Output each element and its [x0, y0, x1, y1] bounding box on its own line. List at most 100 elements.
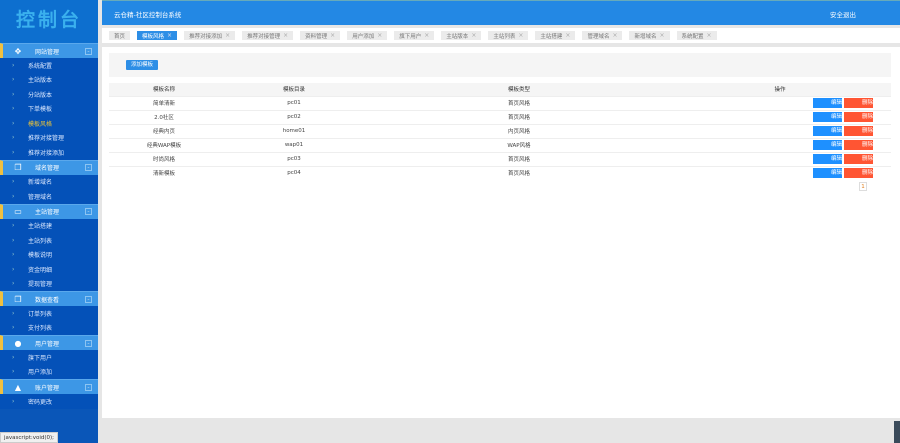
- collapse-icon[interactable]: -: [85, 208, 92, 215]
- sidebar-item[interactable]: › 主站列表: [0, 233, 98, 248]
- close-icon[interactable]: ×: [660, 32, 665, 39]
- col-header-actions: 操作: [669, 83, 891, 96]
- sidebar-item-label: 分站版本: [28, 91, 53, 99]
- sidebar-item[interactable]: › 分站版本: [0, 87, 98, 102]
- close-icon[interactable]: ×: [283, 32, 288, 39]
- sidebar-group[interactable]: ● 用户管理 -: [0, 335, 98, 350]
- delete-button[interactable]: 删除: [844, 98, 873, 108]
- tab[interactable]: 系统配置 ×: [676, 31, 717, 40]
- sidebar-item-label: 模板说明: [28, 252, 53, 260]
- close-icon[interactable]: ×: [565, 32, 570, 39]
- sidebar-group[interactable]: ❐ 数据查看 -: [0, 291, 98, 306]
- sidebar-item[interactable]: › 推荐对接管理: [0, 130, 98, 145]
- tab-label: 旗下用户: [399, 33, 422, 40]
- edit-button[interactable]: 编辑: [813, 168, 842, 179]
- edit-button[interactable]: 编辑: [813, 112, 842, 122]
- close-icon[interactable]: ×: [377, 32, 382, 39]
- chevron-right-icon: ›: [12, 397, 15, 405]
- sidebar-item[interactable]: › 模板风格: [0, 116, 98, 131]
- col-header-dir: 模板目录: [219, 83, 369, 96]
- tab-label: 管理域名: [587, 33, 610, 40]
- tab[interactable]: 主站列表 ×: [488, 31, 529, 40]
- template-name: 经典内页: [109, 123, 219, 138]
- close-icon[interactable]: ×: [167, 32, 172, 39]
- sidebar-item[interactable]: › 推荐对接添加: [0, 145, 98, 160]
- delete-button[interactable]: 删除: [844, 154, 873, 164]
- close-icon[interactable]: ×: [612, 32, 617, 39]
- tab[interactable]: 主站搭建 ×: [535, 31, 576, 40]
- sidebar-group[interactable]: ▭ 主站管理 -: [0, 203, 98, 219]
- sidebar-group[interactable]: ❐ 域名管理 -: [0, 159, 98, 175]
- tab[interactable]: 首页: [109, 31, 131, 40]
- chevron-right-icon: ›: [12, 309, 15, 317]
- collapse-icon[interactable]: -: [85, 339, 92, 347]
- template-name: 清新模板: [109, 165, 219, 180]
- close-icon[interactable]: ×: [424, 32, 429, 39]
- logout-link[interactable]: 安全退出: [830, 9, 856, 19]
- add-template-button[interactable]: 添加模板: [126, 60, 159, 70]
- close-icon[interactable]: ×: [471, 32, 476, 39]
- close-icon[interactable]: ×: [330, 32, 335, 39]
- sidebar-item-label: 订单列表: [28, 310, 53, 318]
- collapse-icon[interactable]: -: [85, 383, 92, 391]
- template-type: 内页风格: [369, 123, 669, 138]
- delete-button[interactable]: 删除: [844, 112, 873, 122]
- sidebar-item[interactable]: › 主站搭建: [0, 218, 98, 233]
- sidebar-item[interactable]: › 密码更改: [0, 394, 98, 409]
- template-name: 简单清新: [109, 95, 219, 110]
- chevron-right-icon: ›: [12, 76, 15, 84]
- sidebar-item[interactable]: › 资金明细: [0, 262, 98, 277]
- template-dir: pc03: [219, 151, 369, 166]
- collapse-icon[interactable]: -: [85, 295, 92, 303]
- table-row: 经典内页 home01 内页风格 编辑 删除: [109, 123, 891, 138]
- delete-button[interactable]: 删除: [844, 126, 873, 136]
- tab[interactable]: 新增域名 ×: [629, 31, 670, 40]
- tab[interactable]: 旗下用户 ×: [394, 31, 435, 40]
- tab[interactable]: 主站版本 ×: [441, 31, 482, 40]
- close-icon[interactable]: ×: [707, 32, 712, 39]
- sidebar-item[interactable]: › 提现管理: [0, 276, 98, 291]
- tab[interactable]: 推荐对接管理 ×: [242, 31, 294, 40]
- page-1-button[interactable]: 1: [859, 182, 867, 191]
- sidebar-item[interactable]: › 下单模板: [0, 101, 98, 116]
- sidebar-item[interactable]: › 模板说明: [0, 247, 98, 262]
- close-icon[interactable]: ×: [518, 32, 523, 39]
- tab[interactable]: 模板风格 ×: [137, 31, 178, 40]
- collapse-icon[interactable]: -: [85, 47, 92, 55]
- sidebar-item-label: 下单模板: [28, 106, 53, 114]
- sidebar-item[interactable]: › 系统配置: [0, 58, 98, 73]
- header: 云仓精-社区控制台系统 安全退出: [102, 0, 900, 25]
- sidebar-item-label: 模板风格: [28, 120, 53, 128]
- sidebar-group-label: 用户管理: [35, 340, 60, 348]
- edit-button[interactable]: 编辑: [813, 140, 842, 150]
- table-row: 清新模板 pc04 首页风格 编辑 删除: [109, 165, 891, 180]
- sidebar-group[interactable]: ✥ 网站管理 -: [0, 43, 98, 58]
- main-content: 添加模板 模板名称 模板目录 模板类型 操作 简单清新 pc01 首页风格 编辑 删除 2…: [102, 47, 900, 418]
- tab[interactable]: 用户添加 ×: [347, 31, 388, 40]
- edit-button[interactable]: 编辑: [813, 126, 842, 136]
- sidebar-item[interactable]: › 旗下用户: [0, 350, 98, 365]
- sidebar-item[interactable]: › 支付列表: [0, 320, 98, 335]
- tab[interactable]: 管理域名 ×: [582, 31, 623, 40]
- delete-button[interactable]: 删除: [844, 140, 873, 150]
- chevron-right-icon: ›: [12, 265, 15, 273]
- sidebar-group-label: 网站管理: [35, 48, 60, 56]
- edit-button[interactable]: 编辑: [813, 98, 842, 108]
- template-dir: home01: [219, 123, 369, 138]
- sidebar-item[interactable]: › 管理域名: [0, 189, 98, 204]
- tab[interactable]: 资料管理 ×: [300, 31, 341, 40]
- edit-button[interactable]: 编辑: [813, 154, 842, 164]
- tab[interactable]: 推荐对接添加 ×: [184, 31, 236, 40]
- sidebar-group[interactable]: ▲ 账户管理 -: [0, 379, 98, 394]
- close-icon[interactable]: ×: [225, 32, 230, 39]
- sidebar-item-label: 系统配置: [28, 62, 53, 70]
- sidebar-item[interactable]: › 订单列表: [0, 306, 98, 321]
- sidebar-group-label: 主站管理: [35, 209, 60, 216]
- sidebar-item[interactable]: › 新增域名: [0, 174, 98, 189]
- sidebar-item[interactable]: › 主站版本: [0, 72, 98, 87]
- sidebar-item[interactable]: › 用户添加: [0, 364, 98, 379]
- template-table: 模板名称 模板目录 模板类型 操作 简单清新 pc01 首页风格 编辑 删除 2.0社区 p…: [109, 83, 891, 180]
- collapse-icon[interactable]: -: [85, 164, 92, 171]
- delete-button[interactable]: 删除: [844, 168, 873, 179]
- sidebar-item-label: 主站搭建: [28, 223, 53, 231]
